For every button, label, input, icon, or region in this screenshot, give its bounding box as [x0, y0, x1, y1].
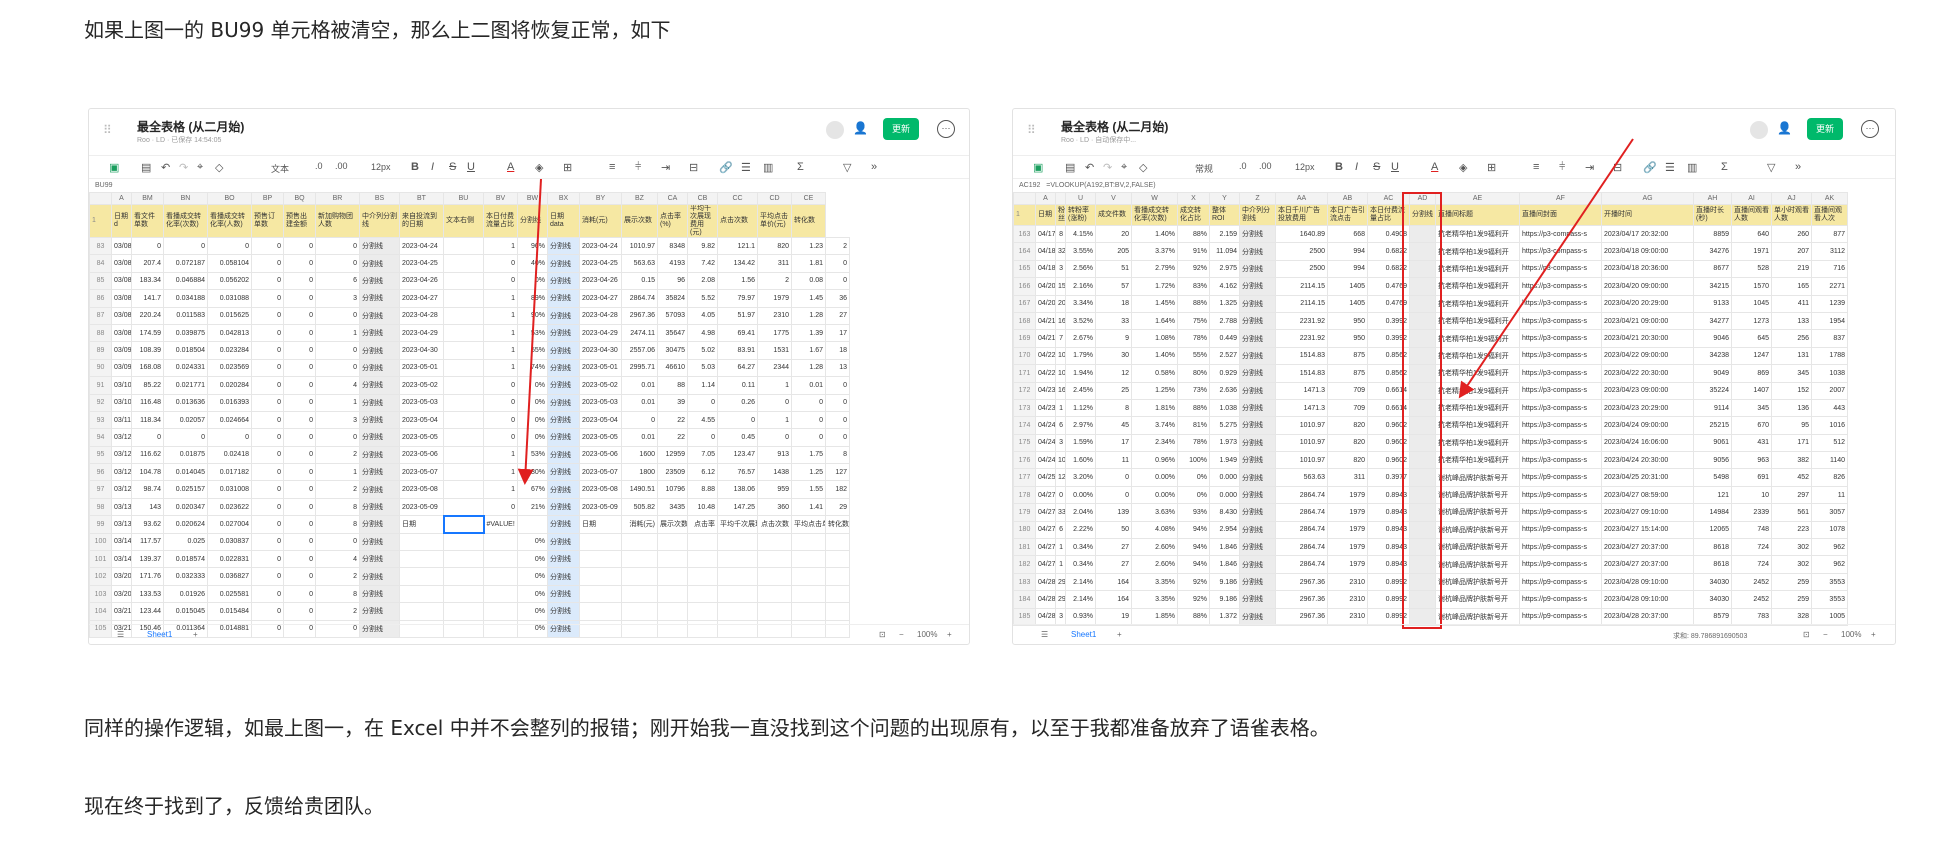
zoom-in-icon[interactable]: + — [947, 630, 952, 639]
paragraph-feedback: 现在终于找到了，反馈给贵团队。 — [84, 794, 384, 818]
right-spreadsheet-screenshot: ⠿ 最全表格 (从二月始) Roo · LD · 自动保存中... 👤 更新 ⋯… — [1012, 108, 1896, 645]
left-sheet-footer: ☰ Sheet1 + ⊡ − 100% + — [89, 624, 969, 644]
zoom-out-icon[interactable]: − — [1823, 630, 1828, 639]
zoom-out-icon[interactable]: − — [899, 630, 904, 639]
fit-icon[interactable]: ⊡ — [1803, 630, 1810, 639]
left-spreadsheet-screenshot: ⠿ 最全表格 (从二月始) Roo · LD · 已保存 14:54:05 👤 … — [88, 108, 970, 645]
zoom-in-icon[interactable]: + — [1871, 630, 1876, 639]
left-red-arrow — [517, 178, 542, 485]
sheet-list-icon[interactable]: ☰ — [1041, 630, 1048, 639]
add-sheet-icon[interactable]: + — [193, 630, 198, 639]
paragraph-intro: 如果上图一的 BU99 单元格被清空，那么上二图将恢复正常，如下 — [84, 18, 671, 42]
right-red-arrow — [1458, 138, 1634, 399]
right-zoom-level: 100% — [1841, 630, 1862, 639]
paragraph-explanation: 同样的操作逻辑，如最上图一，在 Excel 中并不会整列的报错；刚开始我一直没找… — [84, 716, 1330, 740]
left-zoom-level: 100% — [917, 630, 938, 639]
right-sheet-tab[interactable]: Sheet1 — [1071, 630, 1096, 639]
fit-icon[interactable]: ⊡ — [879, 630, 886, 639]
add-sheet-icon[interactable]: + — [1117, 630, 1122, 639]
right-sheet-footer: ☰ Sheet1 + 求和: 89.786891690503 ⊡ − 100% … — [1013, 624, 1895, 644]
sheet-list-icon[interactable]: ☰ — [117, 630, 124, 639]
left-sheet-tab[interactable]: Sheet1 — [147, 630, 172, 639]
right-sum-status: 求和: 89.786891690503 — [1673, 633, 1748, 640]
